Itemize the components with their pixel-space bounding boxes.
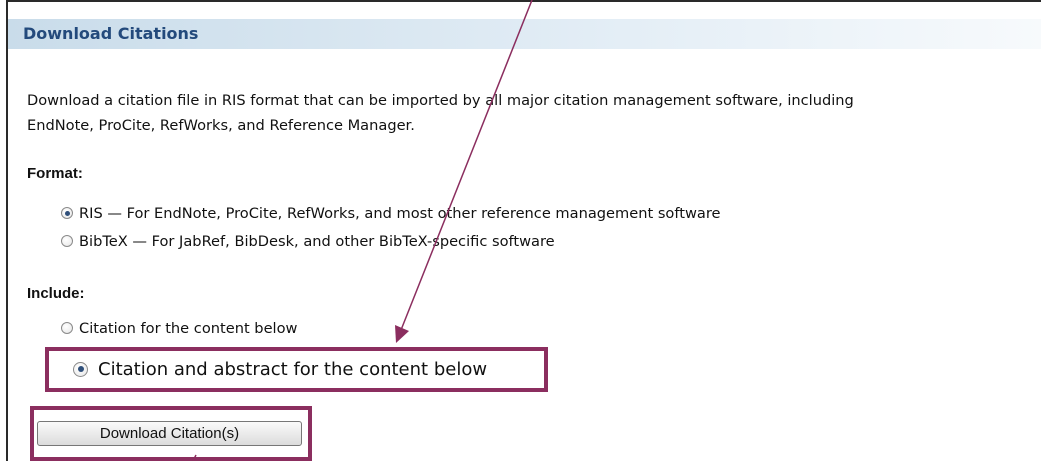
- bibtex-option-label: BibTeX — For JabRef, BibDesk, and other …: [79, 232, 555, 250]
- include-option-citation[interactable]: Citation for the content below: [61, 318, 297, 338]
- format-option-ris[interactable]: RIS — For EndNote, ProCite, RefWorks, an…: [61, 203, 721, 223]
- include-option-citation-abstract[interactable]: Citation and abstract for the content be…: [73, 356, 487, 382]
- page-title: Download Citations: [23, 24, 199, 43]
- intro-text: Download a citation file in RIS format t…: [27, 88, 1037, 138]
- format-label: Format:: [27, 165, 83, 182]
- citation-abstract-option-label: Citation and abstract for the content be…: [98, 358, 488, 380]
- intro-line-1: Download a citation file in RIS format t…: [27, 92, 854, 109]
- intro-line-2: EndNote, ProCite, RefWorks, and Referenc…: [27, 117, 415, 134]
- include-label: Include:: [27, 285, 85, 302]
- citation-option-label: Citation for the content below: [79, 319, 298, 337]
- bibtex-radio[interactable]: [61, 235, 73, 247]
- ris-radio[interactable]: [61, 207, 73, 219]
- panel-header: Download Citations: [8, 19, 1041, 49]
- ris-option-label: RIS — For EndNote, ProCite, RefWorks, an…: [79, 204, 721, 222]
- format-option-bibtex[interactable]: BibTeX — For JabRef, BibDesk, and other …: [61, 231, 555, 251]
- download-citations-button[interactable]: Download Citation(s): [37, 421, 302, 446]
- citation-radio[interactable]: [61, 322, 73, 334]
- citation-abstract-radio[interactable]: [73, 361, 88, 377]
